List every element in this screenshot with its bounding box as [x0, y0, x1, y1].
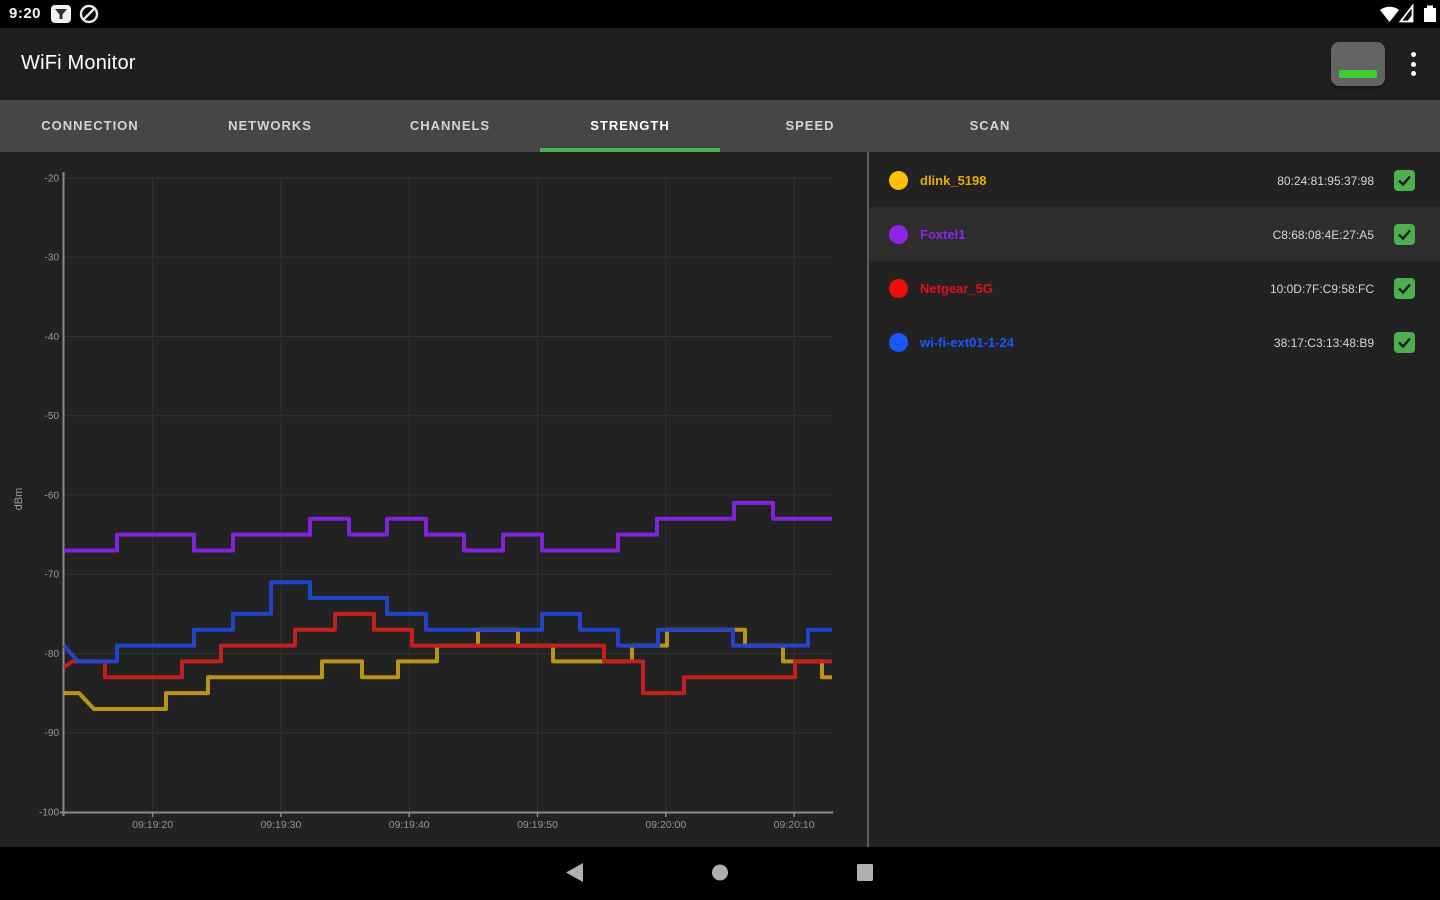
svg-text:-50: -50	[45, 411, 60, 422]
svg-text:09:19:40: 09:19:40	[389, 819, 430, 831]
svg-text:dBm: dBm	[13, 488, 25, 511]
svg-text:-30: -30	[45, 253, 60, 264]
svg-text:-40: -40	[45, 332, 60, 343]
svg-text:-90: -90	[45, 728, 60, 739]
svg-text:-100: -100	[39, 807, 59, 818]
svg-text:-70: -70	[45, 570, 60, 581]
svg-text:09:19:30: 09:19:30	[260, 819, 301, 831]
svg-text:09:19:50: 09:19:50	[517, 819, 558, 831]
svg-text:09:20:00: 09:20:00	[645, 819, 686, 831]
svg-text:-80: -80	[45, 649, 60, 660]
svg-text:09:20:10: 09:20:10	[774, 819, 815, 831]
svg-text:-20: -20	[45, 174, 60, 185]
svg-text:09:19:20: 09:19:20	[132, 819, 173, 831]
svg-text:-60: -60	[45, 490, 60, 501]
